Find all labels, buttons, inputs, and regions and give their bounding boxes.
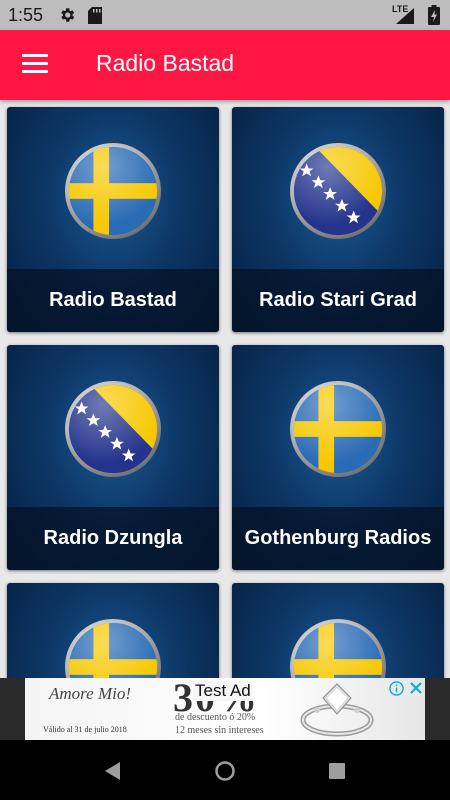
system-nav-bar [0,740,450,800]
back-icon[interactable] [102,760,124,782]
station-card-4[interactable] [7,583,219,678]
station-card-2[interactable]: Radio Dzungla [7,345,219,570]
diamond-ring-image [300,683,374,737]
station-card-label: Radio Stari Grad [232,269,444,332]
station-card-label: Radio Dzungla [7,507,219,570]
ad-banner[interactable]: Amore Mio! Válido al 31 de julio 2018 30… [0,678,450,740]
bosnia-flag-icon [64,380,162,478]
ad-line2: 12 meses sin intereses [175,725,264,736]
ad-brand: Amore Mio! [49,684,131,703]
home-icon[interactable] [214,760,236,782]
station-card-5[interactable] [232,583,444,678]
sweden-flag-icon [64,142,162,240]
sd-card-icon [88,7,102,24]
station-card-1[interactable]: Radio Stari Grad [232,107,444,332]
sweden-flag-icon [289,380,387,478]
ad-info-icon[interactable] [389,681,404,696]
station-card-label: Radio Bastad [7,269,219,332]
recents-icon[interactable] [326,760,348,782]
hamburger-menu-icon[interactable] [22,54,48,76]
ad-validity: Válido al 31 de julio 2018 [43,725,127,734]
status-time: 1:55 [8,5,44,25]
station-grid: Radio Bastad Radio Stari Grad Radio Dzun… [0,100,450,678]
station-card-label: Gothenburg Radios [232,507,444,570]
battery-icon [428,5,440,25]
ad-line1: de descuento ó 20% [175,712,256,723]
page-title: Radio Bastad [96,50,235,76]
signal-icon [396,8,414,24]
station-card-3[interactable]: Gothenburg Radios [232,345,444,570]
sweden-flag-icon [64,618,162,678]
ad-close-icon[interactable] [408,680,424,696]
status-bar: 1:55 LTE [0,0,450,30]
station-card-0[interactable]: Radio Bastad [7,107,219,332]
sweden-flag-icon [289,618,387,678]
test-ad-badge: Test Ad [193,681,253,701]
app-bar: Radio Bastad [0,30,450,100]
ad-creative[interactable]: Amore Mio! Válido al 31 de julio 2018 30… [25,678,425,740]
bosnia-flag-icon [289,142,387,240]
gear-icon [61,8,75,22]
